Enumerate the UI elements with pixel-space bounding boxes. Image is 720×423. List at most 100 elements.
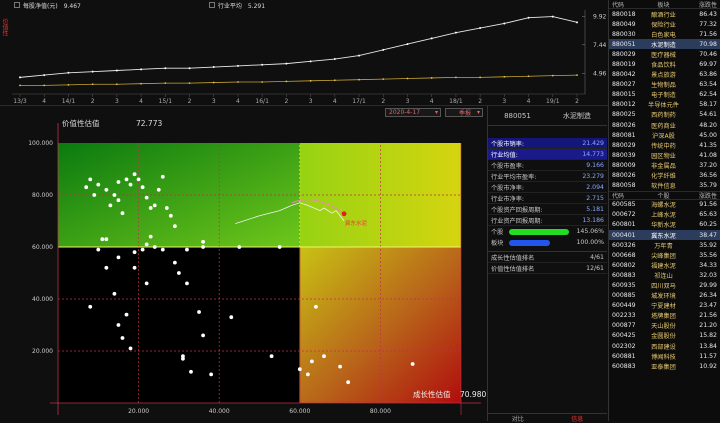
stock-row[interactable]: 600883 祁连山 32.03	[609, 270, 720, 280]
scatter-point[interactable]	[160, 174, 165, 179]
period-select[interactable]: 季报 ▾	[445, 108, 483, 117]
sector-row[interactable]: 880058 软件信息 35.79	[609, 181, 720, 191]
scatter-point[interactable]	[237, 245, 242, 249]
scatter-point[interactable]	[132, 250, 137, 255]
scatter-point[interactable]	[197, 310, 201, 314]
stock-row[interactable]: 600801 华新水泥 60.25	[609, 220, 720, 230]
scatter-point[interactable]	[309, 359, 314, 364]
stock-row[interactable]: 002233 塔牌集团 21.56	[609, 311, 720, 321]
scatter-point[interactable]	[172, 224, 177, 229]
stock-row[interactable]: 600883 亚泰集团 10.92	[609, 361, 720, 371]
scatter-point[interactable]	[322, 354, 326, 359]
scatter-point[interactable]	[305, 372, 310, 377]
date-select[interactable]: 2020-4-17 ▾	[385, 108, 441, 117]
sector-row[interactable]: 880012 半导体元件 58.17	[609, 100, 720, 110]
scatter-point[interactable]	[112, 193, 117, 197]
scatter-point[interactable]	[177, 271, 181, 275]
scatter-point[interactable]	[229, 315, 234, 320]
scatter-point[interactable]	[136, 177, 141, 182]
stock-row[interactable]: 600881 博闻科技 11.57	[609, 351, 720, 361]
scatter-point[interactable]	[140, 185, 145, 190]
scatter-point[interactable]	[277, 245, 282, 249]
scatter-point[interactable]	[201, 333, 205, 338]
scatter-point[interactable]	[124, 177, 129, 182]
scatter-point[interactable]	[120, 336, 125, 340]
sector-row[interactable]: 880025 西药制药 54.61	[609, 110, 720, 120]
scatter-point[interactable]	[160, 247, 165, 252]
scatter-point[interactable]	[144, 195, 149, 200]
scatter-point[interactable]	[104, 237, 109, 242]
scatter-point[interactable]	[128, 182, 133, 187]
scatter-point[interactable]	[88, 177, 93, 182]
scatter-point[interactable]	[410, 362, 415, 366]
tab-info[interactable]: 信息	[548, 414, 608, 423]
scatter-point[interactable]	[269, 354, 274, 359]
scatter-point[interactable]	[104, 265, 109, 270]
scatter-point[interactable]	[185, 281, 189, 286]
sector-row[interactable]: 880039 园区物业 41.08	[609, 150, 720, 160]
stock-row[interactable]: 000877 天山股份 21.20	[609, 321, 720, 331]
sector-row[interactable]: 880027 生物制品 63.54	[609, 80, 720, 90]
sector-row[interactable]: 880026 医药商业 48.20	[609, 120, 720, 130]
sector-row[interactable]: 880018 酿酒行业 86.43	[609, 9, 720, 19]
tab-compare[interactable]: 对比	[488, 414, 548, 423]
scatter-point[interactable]	[297, 367, 302, 372]
scatter-point[interactable]	[116, 323, 121, 327]
scatter-point[interactable]	[185, 247, 189, 252]
scatter-point[interactable]	[88, 304, 93, 309]
stock-row[interactable]: 000401 冀东水泥 38.47	[609, 229, 720, 241]
current-stock-point[interactable]	[341, 211, 347, 217]
scatter-point[interactable]	[116, 198, 121, 203]
sector-row[interactable]: 880042 景点旅游 63.86	[609, 70, 720, 80]
scatter-point[interactable]	[144, 242, 149, 247]
scatter-point[interactable]	[148, 206, 153, 210]
scatter-point[interactable]	[164, 206, 169, 210]
stock-row[interactable]: 000885 城发环境 26.34	[609, 291, 720, 301]
scatter-point[interactable]	[96, 247, 101, 252]
sector-row[interactable]: 880019 食品饮料 69.97	[609, 59, 720, 69]
scatter-point[interactable]	[84, 185, 89, 190]
scatter-point[interactable]	[140, 247, 145, 252]
scatter-point[interactable]	[108, 203, 113, 208]
scatter-point[interactable]	[132, 265, 137, 270]
scatter-point[interactable]	[132, 172, 137, 177]
scatter-point[interactable]	[128, 346, 133, 351]
stock-row[interactable]: 600935 四川双马 29.99	[609, 280, 720, 290]
scatter-point[interactable]	[104, 187, 109, 192]
stock-row[interactable]: 600802 福建水泥 34.33	[609, 260, 720, 270]
scatter-point[interactable]	[346, 380, 351, 385]
scatter-point[interactable]	[116, 180, 121, 184]
scatter-point[interactable]	[314, 304, 318, 309]
stock-row[interactable]: 600326 万年青 35.92	[609, 240, 720, 250]
scatter-point[interactable]	[172, 260, 177, 265]
stock-row[interactable]: 600449 宁夏建材 23.47	[609, 301, 720, 311]
sector-row[interactable]: 880015 电子制造 62.54	[609, 90, 720, 100]
scatter-point[interactable]	[201, 239, 205, 244]
scatter-point[interactable]	[338, 364, 342, 369]
scatter-point[interactable]	[148, 234, 153, 239]
sector-row[interactable]: 880051 水泥制造 70.98	[609, 39, 720, 50]
scatter-point[interactable]	[209, 372, 214, 377]
stock-row[interactable]: 000668 尖峰集团 35.56	[609, 250, 720, 260]
sector-row[interactable]: 880030 白色家电 71.56	[609, 29, 720, 39]
stock-row[interactable]: 002302 西部建设 13.84	[609, 341, 720, 351]
stock-row[interactable]: 600585 海螺水泥 91.56	[609, 200, 720, 210]
scatter-point[interactable]	[189, 369, 193, 374]
scatter-point[interactable]	[152, 245, 157, 249]
scatter-point[interactable]	[144, 281, 149, 286]
scatter-point[interactable]	[100, 237, 105, 242]
stock-row[interactable]: 600425 金圆股份 15.82	[609, 331, 720, 341]
sector-row[interactable]: 880026 化学纤维 36.56	[609, 171, 720, 181]
scatter-point[interactable]	[96, 182, 101, 187]
sector-row[interactable]: 880049 保险行业 77.32	[609, 19, 720, 29]
sector-row[interactable]: 880029 医疗器械 70.46	[609, 49, 720, 59]
scatter-point[interactable]	[116, 255, 121, 260]
sector-row[interactable]: 880081 沪深A股 45.00	[609, 130, 720, 140]
scatter-point[interactable]	[112, 291, 117, 296]
sector-row[interactable]: 880029 传统中药 41.35	[609, 140, 720, 150]
scatter-point[interactable]	[152, 203, 157, 208]
scatter-point[interactable]	[92, 193, 97, 197]
scatter-point[interactable]	[181, 356, 185, 361]
stock-row[interactable]: 000672 上峰水泥 65.63	[609, 210, 720, 220]
scatter-point[interactable]	[201, 245, 205, 249]
